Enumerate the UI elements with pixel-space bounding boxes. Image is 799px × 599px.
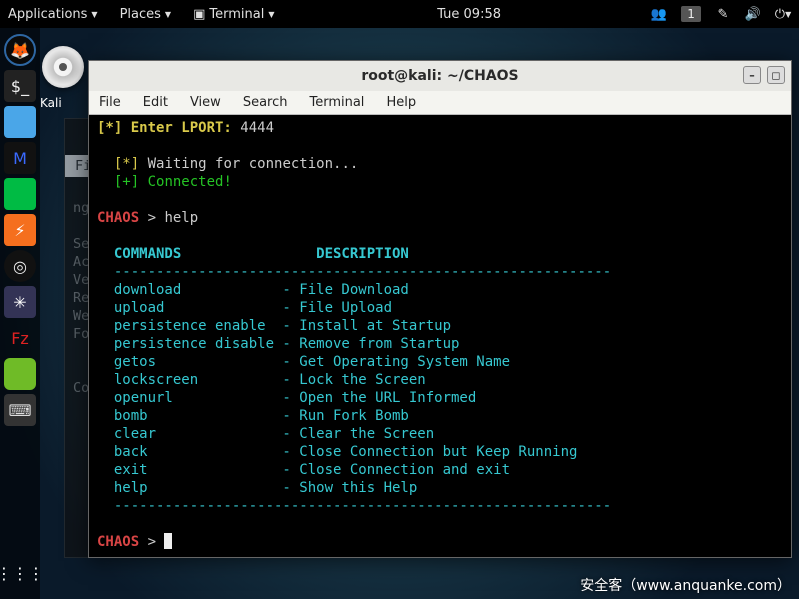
- command-row: upload - File Upload: [97, 300, 392, 316]
- recorder-icon[interactable]: 👥: [651, 6, 667, 22]
- filezilla-icon[interactable]: Fz: [4, 322, 36, 354]
- terminal-icon: ▣: [193, 7, 205, 22]
- top-panel: Applications▼ Places▼ ▣ Terminal▼ Tue 09…: [0, 0, 799, 28]
- system-tray: 👥 1 ✎ 🔊 ⏻ ▼: [651, 6, 791, 22]
- armitage-icon[interactable]: [4, 178, 36, 210]
- command-row: download - File Download: [97, 282, 409, 298]
- zenmap-icon[interactable]: ✳: [4, 286, 36, 318]
- waiting-text: Waiting for connection...: [139, 156, 358, 172]
- color-picker-icon[interactable]: ✎: [715, 6, 731, 22]
- terminal-menubar: File Edit View Search Terminal Help: [89, 91, 791, 115]
- cd-drive-icon[interactable]: [42, 46, 84, 88]
- files-icon[interactable]: [4, 106, 36, 138]
- applications-menu[interactable]: Applications▼: [8, 7, 98, 22]
- command-row: back - Close Connection but Keep Running: [97, 444, 577, 460]
- command-row: getos - Get Operating System Name: [97, 354, 510, 370]
- menu-file[interactable]: File: [99, 95, 121, 110]
- watermark: 安全客（www.anquanke.com）: [580, 575, 791, 595]
- spotify-icon[interactable]: [4, 358, 36, 390]
- command-row: exit - Close Connection and exit: [97, 462, 510, 478]
- menu-terminal[interactable]: Terminal: [309, 95, 364, 110]
- foreground-terminal-window[interactable]: root@kali: ~/CHAOS – ◻ File Edit View Se…: [88, 60, 792, 558]
- titlebar[interactable]: root@kali: ~/CHAOS – ◻: [89, 61, 791, 91]
- terminal-body[interactable]: [*] Enter LPORT: 4444 [*] Waiting for co…: [89, 115, 791, 557]
- workspace-indicator[interactable]: 1: [681, 6, 701, 22]
- terminal-menu[interactable]: ▣ Terminal▼: [193, 7, 274, 22]
- lport-value: 4444: [240, 120, 274, 136]
- chevron-down-icon: ▼: [91, 10, 97, 19]
- app-grid-icon[interactable]: ⋮⋮⋮: [4, 557, 36, 589]
- dock: 🦊 $_ M ⚡ ◎ ✳ Fz ⌨ ⋮⋮⋮: [0, 28, 40, 599]
- command-row: help - Show this Help: [97, 480, 417, 496]
- window-title: root@kali: ~/CHAOS: [361, 68, 518, 84]
- obs-icon[interactable]: ◎: [4, 250, 36, 282]
- menu-search[interactable]: Search: [243, 95, 288, 110]
- command-row: clear - Clear the Screen: [97, 426, 434, 442]
- menu-help[interactable]: Help: [386, 95, 416, 110]
- connected-tag: [+]: [114, 174, 139, 190]
- metasploit-icon[interactable]: M: [4, 142, 36, 174]
- command-row: openurl - Open the URL Informed: [97, 390, 476, 406]
- lport-prompt: [*] Enter LPORT:: [97, 120, 240, 136]
- cd-label: Kali: [40, 96, 62, 110]
- minimize-button[interactable]: –: [743, 66, 761, 84]
- cursor: [164, 533, 172, 549]
- keyboard-icon[interactable]: ⌨: [4, 394, 36, 426]
- command-row: bomb - Run Fork Bomb: [97, 408, 409, 424]
- menu-edit[interactable]: Edit: [143, 95, 168, 110]
- places-menu[interactable]: Places▼: [120, 7, 172, 22]
- firefox-icon[interactable]: 🦊: [4, 34, 36, 66]
- command-row: persistence enable - Install at Startup: [97, 318, 451, 334]
- clock[interactable]: Tue 09:58: [437, 7, 501, 22]
- waiting-tag: [*]: [114, 156, 139, 172]
- command-row: lockscreen - Lock the Screen: [97, 372, 426, 388]
- maximize-button[interactable]: ◻: [767, 66, 785, 84]
- menu-view[interactable]: View: [190, 95, 221, 110]
- chevron-down-icon: ▼: [268, 10, 274, 19]
- volume-icon[interactable]: 🔊: [745, 6, 761, 22]
- burp-icon[interactable]: ⚡: [4, 214, 36, 246]
- command-row: persistence disable - Remove from Startu…: [97, 336, 459, 352]
- chaos-prompt-2: CHAOS: [97, 534, 139, 550]
- connected-text: Connected!: [139, 174, 232, 190]
- terminal-shortcut-icon[interactable]: $_: [4, 70, 36, 102]
- help-command: help: [164, 210, 198, 226]
- chevron-down-icon: ▼: [165, 10, 171, 19]
- power-icon[interactable]: ⏻ ▼: [775, 6, 791, 22]
- chaos-prompt: CHAOS: [97, 210, 139, 226]
